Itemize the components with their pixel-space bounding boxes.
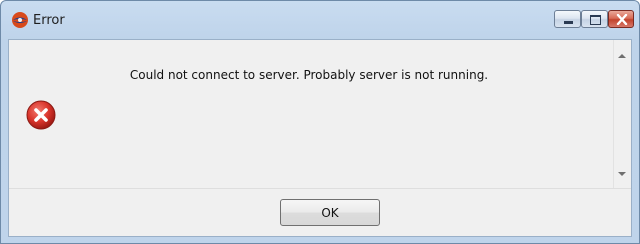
dialog-body: Could not connect to server. Probably se… bbox=[8, 39, 632, 237]
footer-separator bbox=[9, 188, 631, 189]
minimize-button[interactable] bbox=[554, 10, 581, 28]
scroll-up-icon[interactable] bbox=[618, 54, 626, 58]
message-scrollbar[interactable] bbox=[613, 40, 631, 188]
maximize-button[interactable] bbox=[581, 10, 608, 28]
close-icon bbox=[616, 14, 628, 25]
ok-button[interactable]: OK bbox=[280, 199, 380, 226]
close-button[interactable] bbox=[608, 10, 634, 28]
minimize-icon bbox=[564, 21, 573, 24]
app-logo-icon bbox=[12, 12, 28, 28]
error-dialog-window: Error Could not connect to server. Proba… bbox=[0, 0, 640, 244]
error-icon bbox=[26, 100, 56, 130]
window-title: Error bbox=[33, 13, 65, 28]
scroll-down-icon[interactable] bbox=[618, 172, 626, 176]
maximize-icon bbox=[590, 15, 601, 25]
error-message: Could not connect to server. Probably se… bbox=[129, 68, 489, 82]
title-bar[interactable]: Error bbox=[1, 1, 639, 38]
